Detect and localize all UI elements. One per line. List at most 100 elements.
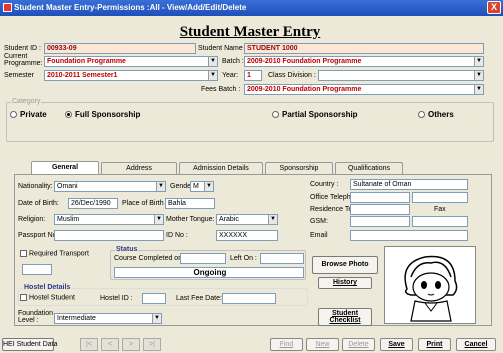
email-field[interactable] bbox=[350, 230, 468, 241]
fees-batch-select[interactable]: 2009-2010 Foundation Programme ▼ bbox=[244, 84, 484, 95]
category-private-radio[interactable]: Private bbox=[10, 110, 47, 119]
delete-button[interactable]: Delete bbox=[342, 338, 375, 351]
nav-prev-button[interactable]: < bbox=[101, 338, 119, 351]
category-partial-label: Partial Sponsorship bbox=[282, 110, 358, 119]
current-programme-select[interactable]: Foundation Programme ▼ bbox=[44, 56, 218, 67]
gsm-field[interactable] bbox=[350, 216, 410, 227]
gsm-label: GSM: bbox=[310, 218, 328, 225]
nationality-label: Nationality: bbox=[18, 183, 53, 190]
chevron-down-icon[interactable]: ▼ bbox=[268, 215, 277, 224]
tab-sponsorship[interactable]: Sponsorship bbox=[265, 162, 333, 174]
chevron-down-icon[interactable]: ▼ bbox=[474, 71, 483, 80]
student-name-field[interactable]: STUDENT 1000 bbox=[244, 43, 484, 54]
hei-student-data-button[interactable]: HEI Student Data bbox=[2, 338, 57, 351]
chevron-down-icon[interactable]: ▼ bbox=[154, 215, 163, 224]
chevron-down-icon[interactable]: ▼ bbox=[152, 314, 161, 323]
religion-select[interactable]: Muslim ▼ bbox=[54, 214, 164, 225]
student-checklist-button[interactable]: Student Checklist bbox=[318, 308, 372, 326]
category-group: Category bbox=[6, 98, 494, 142]
semester-value: 2010-2011 Semester1 bbox=[47, 72, 118, 79]
radio-icon bbox=[10, 111, 17, 119]
cancel-button[interactable]: Cancel bbox=[456, 338, 496, 351]
tab-qualifications[interactable]: Qualifications bbox=[335, 162, 403, 174]
history-button[interactable]: History bbox=[318, 277, 372, 289]
batch-label: Batch : bbox=[222, 58, 244, 65]
fax-field[interactable] bbox=[412, 216, 468, 227]
student-id-field[interactable]: 00933-09 bbox=[44, 43, 196, 54]
checkbox-icon bbox=[20, 294, 27, 301]
email-label: Email bbox=[310, 232, 328, 239]
hostel-student-checkbox[interactable]: Hostel Student bbox=[20, 294, 75, 301]
tab-general[interactable]: General bbox=[31, 161, 99, 174]
category-private-label: Private bbox=[20, 110, 47, 119]
id-no-label: ID No : bbox=[166, 232, 188, 239]
chevron-down-icon[interactable]: ▼ bbox=[474, 85, 483, 94]
year-label: Year: bbox=[222, 72, 239, 79]
batch-select[interactable]: 2009-2010 Foundation Programme ▼ bbox=[244, 56, 484, 67]
dob-label: Date of Birth: bbox=[18, 200, 59, 207]
id-no-field[interactable]: XXXXXX bbox=[216, 230, 278, 241]
chevron-down-icon[interactable]: ▼ bbox=[208, 71, 217, 80]
year-field[interactable]: 1 bbox=[244, 70, 262, 81]
student-photo-image bbox=[404, 255, 458, 322]
find-button[interactable]: Find bbox=[270, 338, 303, 351]
required-transport-label: Required Transport bbox=[29, 250, 89, 258]
status-label: Status bbox=[115, 246, 139, 253]
category-others-radio[interactable]: Others bbox=[418, 110, 454, 119]
hostel-details-label: Hostel Details bbox=[23, 284, 72, 291]
chevron-down-icon[interactable]: ▼ bbox=[156, 182, 165, 191]
course-completed-field[interactable] bbox=[180, 253, 226, 264]
tab-admission-details[interactable]: Admission Details bbox=[179, 162, 263, 174]
passport-field[interactable] bbox=[54, 230, 164, 241]
chevron-down-icon[interactable]: ▼ bbox=[204, 182, 213, 191]
religion-value: Muslim bbox=[57, 216, 80, 223]
transport-field[interactable] bbox=[22, 264, 52, 275]
save-button[interactable]: Save bbox=[380, 338, 413, 351]
category-others-label: Others bbox=[428, 110, 454, 119]
class-division-label: Class Division : bbox=[268, 72, 316, 79]
required-transport-checkbox[interactable]: Required Transport bbox=[20, 250, 89, 257]
nav-last-button[interactable]: >| bbox=[143, 338, 161, 351]
office-telephone-field[interactable] bbox=[350, 192, 410, 203]
chevron-down-icon[interactable]: ▼ bbox=[474, 57, 483, 66]
last-fee-date-field[interactable] bbox=[222, 293, 276, 304]
passport-label: Passport No bbox=[18, 232, 57, 239]
close-button[interactable]: X bbox=[487, 1, 501, 14]
app-icon bbox=[3, 3, 12, 12]
window-titlebar: Student Master Entry-Permissions :All - … bbox=[0, 0, 503, 16]
foundation-level-select[interactable]: Intermediate ▼ bbox=[54, 313, 162, 324]
class-division-select[interactable]: ▼ bbox=[318, 70, 484, 81]
dob-field[interactable]: 26/Dec/1990 bbox=[68, 198, 118, 209]
gender-select[interactable]: M ▼ bbox=[190, 181, 214, 192]
place-of-birth-field[interactable]: Bahla bbox=[165, 198, 215, 209]
last-fee-date-label: Last Fee Date: bbox=[176, 295, 222, 302]
nationality-value: Omani bbox=[57, 183, 78, 190]
window-title: Student Master Entry-Permissions :All - … bbox=[14, 3, 247, 12]
new-button[interactable]: New bbox=[306, 338, 339, 351]
browse-photo-button[interactable]: Browse Photo bbox=[312, 256, 378, 274]
residence-tel-field[interactable] bbox=[350, 204, 410, 215]
foundation-level-value: Intermediate bbox=[57, 315, 96, 322]
print-button[interactable]: Print bbox=[418, 338, 451, 351]
chevron-down-icon[interactable]: ▼ bbox=[208, 57, 217, 66]
semester-label: Semester bbox=[4, 72, 34, 79]
mother-tongue-select[interactable]: Arabic ▼ bbox=[216, 214, 278, 225]
main-window: Student Master Entry Student ID : 00933-… bbox=[0, 16, 503, 353]
student-name-label: Student Name bbox=[198, 45, 243, 52]
country-field[interactable]: Sultanate of Oman bbox=[350, 179, 468, 190]
foundation-level-label: Foundation Level : bbox=[18, 310, 54, 324]
nationality-select[interactable]: Omani ▼ bbox=[54, 181, 166, 192]
semester-select[interactable]: 2010-2011 Semester1 ▼ bbox=[44, 70, 218, 81]
category-partial-sponsorship-radio[interactable]: Partial Sponsorship bbox=[272, 110, 358, 119]
hostel-id-field[interactable] bbox=[142, 293, 166, 304]
office-telephone-ext-field[interactable] bbox=[412, 192, 468, 203]
left-on-field[interactable] bbox=[260, 253, 304, 264]
category-full-label: Full Sponsorship bbox=[75, 110, 141, 119]
fax-label: Fax bbox=[434, 206, 446, 213]
student-photo bbox=[384, 246, 476, 324]
nav-first-button[interactable]: |< bbox=[80, 338, 98, 351]
category-full-sponsorship-radio[interactable]: Full Sponsorship bbox=[65, 110, 140, 119]
tab-address[interactable]: Address bbox=[101, 162, 177, 174]
nav-next-button[interactable]: > bbox=[122, 338, 140, 351]
bottom-toolbar: HEI Student Data |< < > >| Find New Dele… bbox=[0, 336, 503, 353]
